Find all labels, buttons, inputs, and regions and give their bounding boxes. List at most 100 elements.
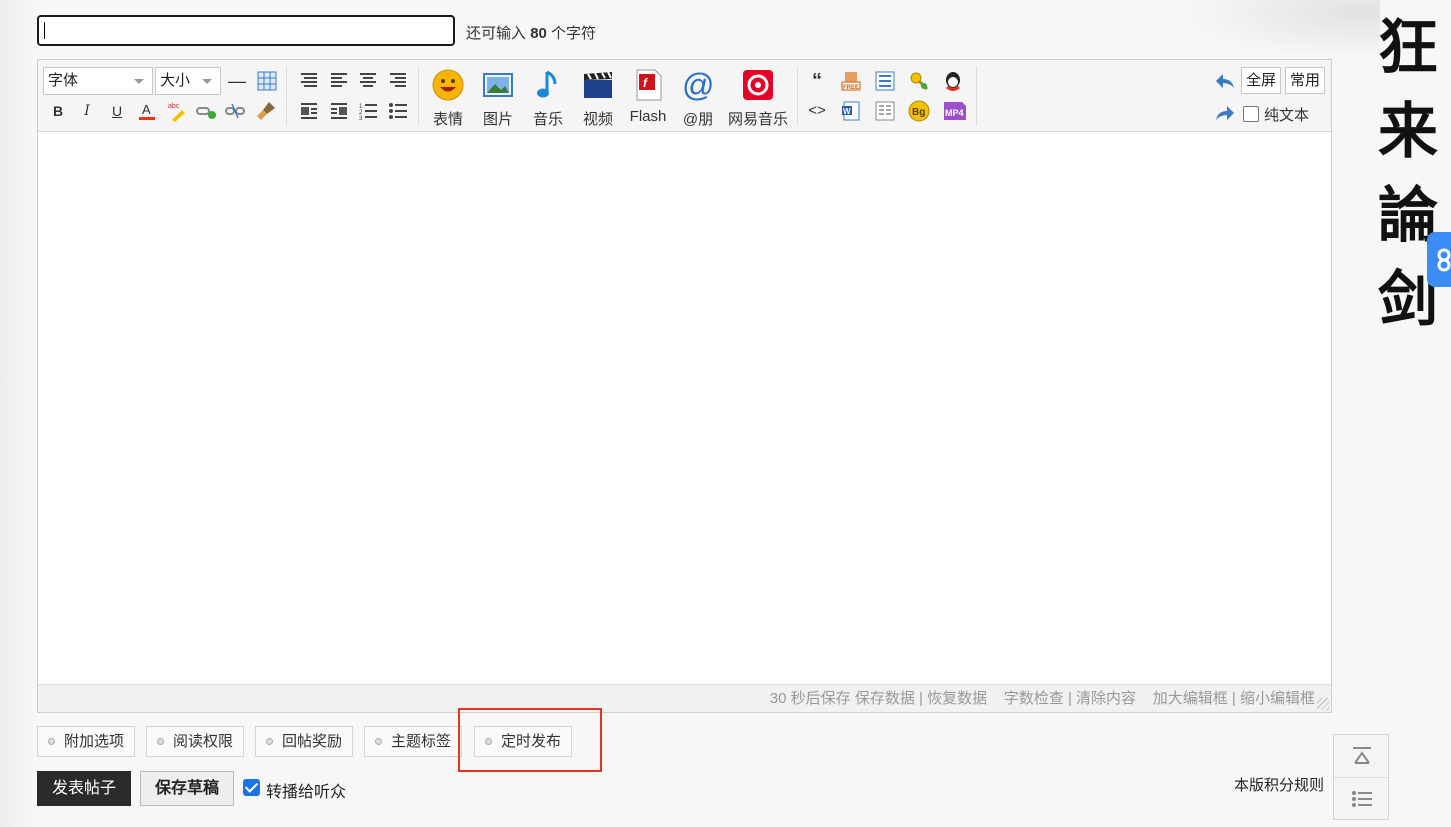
svg-text:abc: abc bbox=[168, 103, 180, 110]
tab-reply-reward[interactable]: 回帖奖励 bbox=[255, 726, 354, 757]
tab-label: 回帖奖励 bbox=[282, 733, 343, 750]
svg-text:Bg: Bg bbox=[912, 107, 925, 118]
bold-icon[interactable]: B bbox=[47, 100, 69, 122]
music-button[interactable]: 音乐 bbox=[523, 68, 573, 129]
flash-icon: f bbox=[636, 69, 662, 101]
enlarge-editor-link[interactable]: 加大编辑框 bbox=[1153, 690, 1228, 707]
divider bbox=[1334, 777, 1388, 778]
netease-music-label: 网易音乐 bbox=[727, 111, 788, 128]
tab-extra-options[interactable]: 附加选项 bbox=[37, 726, 136, 757]
hide-icon[interactable] bbox=[874, 70, 896, 92]
free-icon[interactable]: FREE bbox=[840, 70, 862, 92]
back-to-top-icon[interactable] bbox=[1351, 745, 1373, 767]
link-icon[interactable] bbox=[195, 100, 217, 122]
link-chain-icon bbox=[1437, 248, 1451, 272]
draft-label: 保存草稿 bbox=[154, 780, 219, 797]
float-left-icon[interactable] bbox=[298, 100, 320, 122]
separator: | bbox=[1067, 690, 1072, 707]
tab-read-permission[interactable]: 阅读权限 bbox=[146, 726, 245, 757]
table-icon[interactable] bbox=[256, 70, 278, 92]
common-label: 常用 bbox=[1290, 72, 1321, 89]
svg-text:W: W bbox=[843, 107, 851, 116]
hint-prefix: 还可输入 bbox=[466, 25, 527, 42]
unlink-icon[interactable] bbox=[224, 100, 246, 122]
bullet-icon bbox=[266, 738, 273, 745]
mention-button[interactable]: @ @朋 bbox=[673, 68, 723, 129]
bg-icon[interactable]: Bg bbox=[908, 100, 930, 122]
align-left2-icon[interactable] bbox=[328, 70, 350, 92]
post-thread-button[interactable]: 发表帖子 bbox=[37, 771, 131, 806]
shrink-editor-link[interactable]: 缩小编辑框 bbox=[1240, 690, 1315, 707]
hr-icon[interactable]: — bbox=[226, 70, 248, 92]
align-center-icon[interactable] bbox=[357, 70, 379, 92]
video-icon bbox=[584, 71, 612, 98]
netease-music-button[interactable]: 网易音乐 bbox=[723, 68, 793, 129]
emoji-button[interactable]: 表情 bbox=[423, 68, 473, 129]
clear-content-link[interactable]: 清除内容 bbox=[1076, 690, 1136, 707]
svg-text:MP4: MP4 bbox=[945, 108, 964, 118]
clear-format-icon[interactable] bbox=[255, 100, 277, 122]
mp4-icon[interactable]: MP4 bbox=[942, 100, 968, 122]
background-texture bbox=[0, 0, 35, 827]
redo-icon[interactable] bbox=[1214, 103, 1236, 125]
editor-statusbar: 30 秒后保存 保存数据 | 恢复数据 字数检查 | 清除内容 加大编辑框 | … bbox=[38, 684, 1331, 712]
relay-label: 转播给听众 bbox=[266, 784, 347, 801]
points-rules-link[interactable]: 本版积分规则 bbox=[1234, 774, 1324, 795]
bullet-icon bbox=[375, 738, 382, 745]
unordered-list-icon[interactable] bbox=[387, 100, 409, 122]
svg-text:@: @ bbox=[682, 68, 714, 102]
save-draft-button[interactable]: 保存草稿 bbox=[140, 771, 234, 806]
font-color-icon[interactable]: A bbox=[136, 100, 158, 122]
word-icon[interactable]: W bbox=[840, 100, 862, 122]
password-icon[interactable] bbox=[908, 70, 930, 92]
font-size-select[interactable]: 大小 bbox=[155, 67, 221, 95]
resize-grip-icon[interactable] bbox=[1317, 698, 1329, 710]
highlight-icon[interactable]: abc bbox=[166, 100, 188, 122]
undo-icon[interactable] bbox=[1214, 71, 1236, 93]
mention-label: @朋 bbox=[682, 111, 714, 128]
tab-label: 主题标签 bbox=[391, 733, 452, 750]
hint-suffix: 个字符 bbox=[551, 25, 597, 42]
font-family-select[interactable]: 字体 bbox=[43, 67, 153, 95]
toolbar-divider bbox=[797, 66, 798, 126]
plain-text-checkbox[interactable] bbox=[1243, 106, 1259, 122]
code-icon[interactable]: <> bbox=[806, 100, 828, 122]
image-button[interactable]: 图片 bbox=[473, 68, 523, 129]
video-button[interactable]: 视频 bbox=[573, 68, 623, 129]
underline-icon[interactable]: U bbox=[106, 100, 128, 122]
autosave-countdown: 30 秒后保存 bbox=[769, 690, 851, 707]
fullscreen-button[interactable]: 全屏 bbox=[1241, 67, 1282, 94]
qq-icon[interactable] bbox=[942, 70, 964, 92]
hint-count: 80 bbox=[530, 25, 547, 42]
netease-music-icon bbox=[743, 70, 773, 100]
svg-text:A: A bbox=[142, 102, 151, 117]
thread-title-input[interactable] bbox=[37, 15, 455, 46]
emoji-label: 表情 bbox=[432, 111, 463, 128]
page-icon[interactable] bbox=[874, 100, 896, 122]
align-right-icon[interactable] bbox=[387, 70, 409, 92]
image-label: 图片 bbox=[482, 111, 513, 128]
editor-content-area[interactable] bbox=[38, 132, 1331, 684]
highlight-annotation bbox=[458, 708, 602, 772]
italic-icon[interactable]: I bbox=[76, 100, 98, 122]
common-button[interactable]: 常用 bbox=[1285, 67, 1326, 94]
ordered-list-icon[interactable]: 123 bbox=[357, 100, 379, 122]
word-check-link[interactable]: 字数检查 bbox=[1004, 690, 1064, 707]
float-right-icon[interactable] bbox=[328, 100, 350, 122]
separator: | bbox=[919, 690, 923, 707]
quote-icon[interactable]: “ bbox=[806, 70, 828, 92]
tab-topic-tags[interactable]: 主题标签 bbox=[364, 726, 463, 757]
emoji-icon bbox=[432, 69, 464, 101]
separator: | bbox=[1231, 690, 1236, 707]
svg-text:3: 3 bbox=[359, 116, 363, 122]
flash-button[interactable]: f Flash bbox=[623, 68, 673, 125]
relay-checkbox[interactable] bbox=[243, 779, 260, 796]
list-icon[interactable] bbox=[1351, 788, 1373, 810]
fullscreen-label: 全屏 bbox=[1246, 72, 1277, 89]
bullet-icon bbox=[48, 738, 55, 745]
save-data-link[interactable]: 保存数据 bbox=[855, 690, 915, 707]
align-left-icon[interactable] bbox=[298, 70, 320, 92]
side-float-widget[interactable] bbox=[1427, 232, 1451, 287]
calligraphy-char: 狂 bbox=[1378, 13, 1438, 83]
restore-data-link[interactable]: 恢复数据 bbox=[927, 690, 987, 707]
